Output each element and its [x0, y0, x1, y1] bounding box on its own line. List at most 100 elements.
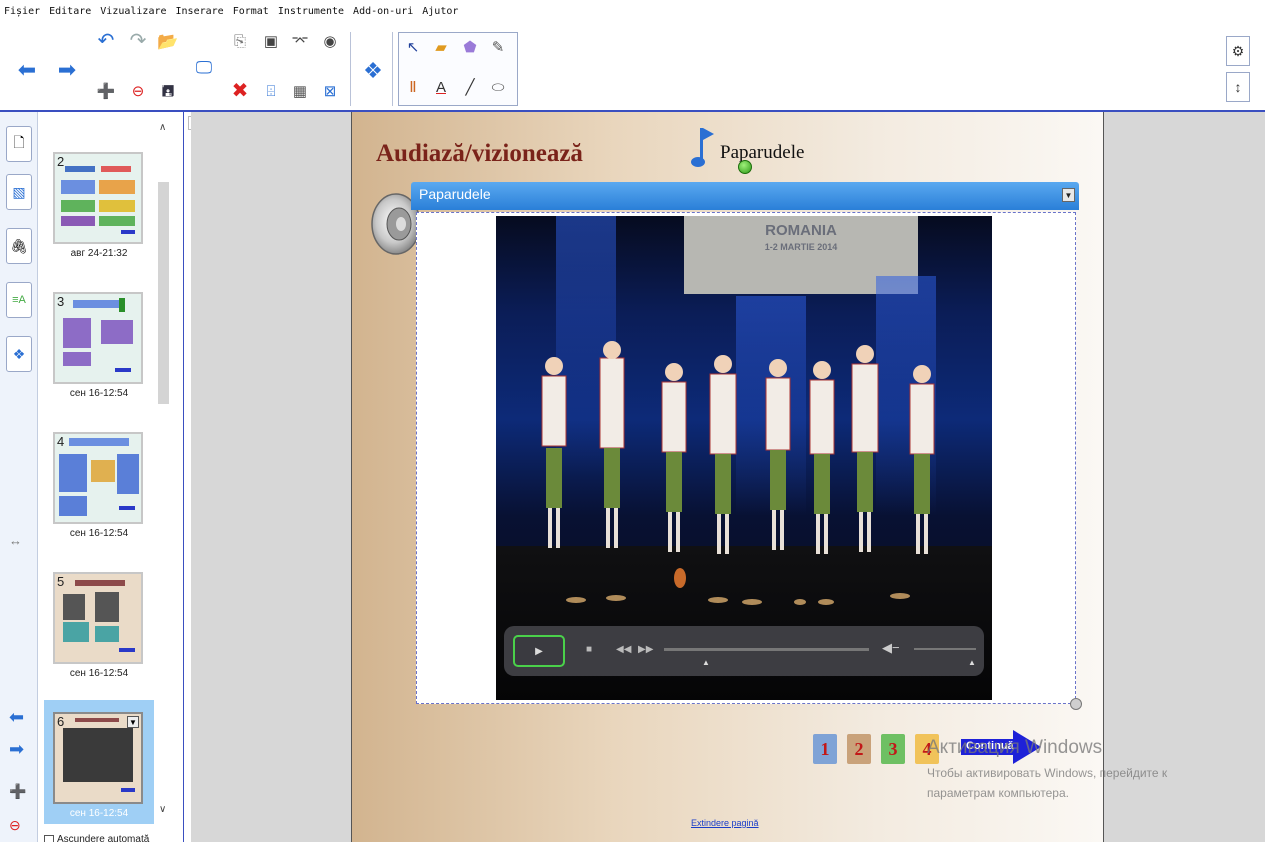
page-sorter-icon[interactable]: 🗋 — [6, 126, 32, 162]
page-thumbnail[interactable]: 3 — [53, 292, 143, 384]
page-number: 5 — [57, 574, 65, 589]
thumb-content — [63, 580, 135, 652]
delete-page-icon[interactable]: ⊖ — [127, 80, 149, 102]
toolbar: ⬅ ➡ ↶ ↷ 📂 ➕ ⊖ 🖪 🖵 ⎘ ▣ ⌤ ◉ ✖ ⌹ ▦ ⊠ ❖ ↖ ▰ … — [0, 22, 1265, 112]
add-page-icon[interactable]: ➕ — [9, 784, 26, 798]
add-page-icon[interactable]: ➕ — [95, 80, 117, 102]
page-timestamp: сен 16-12:54 — [69, 388, 129, 399]
next-page-arrow-icon[interactable]: ➡ — [54, 57, 80, 83]
page-thumbnail[interactable]: 5 — [53, 572, 143, 664]
page-thumbnail[interactable]: 4 — [53, 432, 143, 524]
nav-button-3[interactable]: 3 — [881, 734, 905, 764]
menu-file[interactable]: Fișier — [4, 6, 40, 17]
expand-page-link[interactable]: Extindere pagină — [691, 818, 759, 828]
menu-bar: Fișier Editare Vizualizare Inserare Form… — [0, 0, 1265, 22]
media-title: Paparudele — [419, 186, 491, 202]
resize-horizontal-icon[interactable]: ↔ — [9, 534, 22, 547]
media-title-bar[interactable]: Paparudele ▼ — [411, 182, 1079, 210]
rewind-icon[interactable]: ◀◀ — [616, 644, 631, 655]
menu-help[interactable]: Ajutor — [422, 6, 458, 17]
close-box-icon[interactable]: ⊠ — [319, 80, 341, 102]
watermark-line-1: Чтобы активировать Windows, перейдите к — [927, 766, 1168, 780]
properties-icon[interactable]: ≡A — [6, 282, 32, 318]
auto-hide-checkbox[interactable] — [44, 834, 54, 842]
thumb-content — [59, 438, 139, 516]
auto-hide-option[interactable]: Ascundere automată — [44, 834, 149, 842]
text-icon[interactable]: A — [430, 76, 452, 98]
thumb-menu-dropdown-icon[interactable]: ▼ — [127, 716, 139, 728]
panel-divider[interactable] — [183, 112, 191, 842]
fill-icon[interactable]: ▰ — [430, 36, 452, 58]
screen-shade-icon[interactable]: ⌤ — [289, 30, 311, 52]
eraser-shape-icon[interactable]: ⬟ — [459, 36, 481, 58]
document-camera-icon[interactable]: ◉ — [319, 30, 341, 52]
undo-icon[interactable]: ↶ — [95, 30, 117, 52]
seek-thumb[interactable]: ▲ — [702, 658, 710, 667]
redo-icon[interactable]: ↷ — [127, 30, 149, 52]
page-thumbnail[interactable]: 2 — [53, 152, 143, 244]
menu-insert[interactable]: Inserare — [176, 6, 224, 17]
auto-hide-label: Ascundere automată — [57, 834, 150, 842]
slide-heading: Audiază/vizionează — [376, 140, 583, 167]
watermark-line-2: параметрам компьютера. — [927, 786, 1069, 800]
video-player[interactable]: ROMANIA 1-2 MARTIE 2014 ▶ ■ ◀◀ ▶▶ ▲ ◀− ▲ — [496, 216, 992, 700]
thumb-content — [61, 166, 135, 234]
save-icon[interactable]: 🖪 — [157, 80, 179, 102]
addon-puzzle-icon[interactable]: ❖ — [360, 58, 386, 84]
thumb-content — [63, 298, 133, 372]
table-icon[interactable]: ▦ — [289, 80, 311, 102]
page-thumbnail-selected[interactable]: 6 ▼ — [53, 712, 143, 804]
scroll-down-icon[interactable]: ∨ — [159, 804, 166, 815]
menu-tools[interactable]: Instrumente — [278, 6, 344, 17]
volume-slider[interactable] — [914, 648, 976, 650]
page-timestamp: авг 24-21:32 — [70, 248, 128, 259]
page-number: 2 — [57, 154, 65, 169]
nav-button-1[interactable]: 1 — [813, 734, 837, 764]
screen-capture-icon[interactable]: ▣ — [260, 30, 282, 52]
nav-button-2[interactable]: 2 — [847, 734, 871, 764]
video-control-bar: ▶ ■ ◀◀ ▶▶ ▲ ◀− ▲ — [504, 626, 984, 676]
eraser-icon[interactable]: ⬭ — [487, 76, 509, 98]
previous-page-arrow-icon[interactable]: ⬅ — [14, 57, 40, 83]
menu-edit[interactable]: Editare — [49, 6, 91, 17]
music-note-icon[interactable] — [690, 126, 716, 168]
open-folder-icon[interactable]: 📂 — [157, 30, 179, 52]
windows-activation-watermark: Активация Windows Чтобы активировать Win… — [927, 737, 1167, 803]
pens-icon[interactable]: Ⅱ — [402, 76, 424, 98]
magic-pen-icon[interactable]: ✎ — [487, 36, 509, 58]
page-number: 6 — [57, 714, 65, 729]
gallery-icon[interactable]: ▧ — [6, 174, 32, 210]
menu-view[interactable]: Vizualizare — [100, 6, 166, 17]
attachments-icon[interactable]: 🖇 — [6, 228, 32, 264]
move-down-arrow-icon[interactable]: ➡ — [9, 740, 24, 758]
display-screen-icon[interactable]: 🖵 — [193, 56, 215, 78]
select-cursor-icon[interactable]: ↖ — [402, 36, 424, 58]
volume-icon[interactable]: ◀− — [882, 640, 904, 662]
move-up-arrow-icon[interactable]: ⬅ — [9, 708, 24, 726]
gear-icon[interactable]: ⚙ — [1226, 36, 1250, 66]
scroll-up-icon[interactable]: ∧ — [159, 122, 166, 133]
page-timestamp: сен 16-12:54 — [69, 808, 129, 819]
updown-arrows-icon[interactable]: ↕ — [1226, 72, 1250, 102]
paste-icon[interactable]: ⎘ — [229, 30, 251, 52]
media-menu-dropdown-icon[interactable]: ▼ — [1062, 188, 1075, 202]
menu-addons[interactable]: Add-on-uri — [353, 6, 413, 17]
delete-page-icon[interactable]: ⊖ — [9, 818, 21, 832]
fast-forward-icon[interactable]: ▶▶ — [638, 644, 653, 655]
seek-slider[interactable] — [664, 648, 869, 651]
delete-icon[interactable]: ✖ — [229, 80, 251, 102]
line-icon[interactable]: ╱ — [459, 76, 481, 98]
resize-handle[interactable] — [1070, 698, 1082, 710]
side-tab-strip: 🗋 ▧ 🖇 ≡A ❖ ↔ ⬅ ➡ ➕ ⊖ — [0, 112, 38, 842]
media-object-frame[interactable]: ROMANIA 1-2 MARTIE 2014 ▶ ■ ◀◀ ▶▶ ▲ ◀− ▲ — [416, 212, 1076, 704]
stop-icon[interactable]: ■ — [586, 644, 592, 655]
menu-format[interactable]: Format — [233, 6, 269, 17]
page-timestamp: сен 16-12:54 — [69, 668, 129, 679]
table-insert-icon[interactable]: ⌹ — [260, 80, 282, 102]
addons-icon[interactable]: ❖ — [6, 336, 32, 372]
play-button[interactable]: ▶ — [513, 635, 565, 667]
sorter-scroll-thumb[interactable] — [158, 182, 169, 404]
slide-page: Audiază/vizionează Paparudele Paparudele… — [351, 112, 1104, 842]
volume-thumb[interactable]: ▲ — [968, 658, 976, 667]
rotation-handle[interactable] — [738, 160, 752, 174]
